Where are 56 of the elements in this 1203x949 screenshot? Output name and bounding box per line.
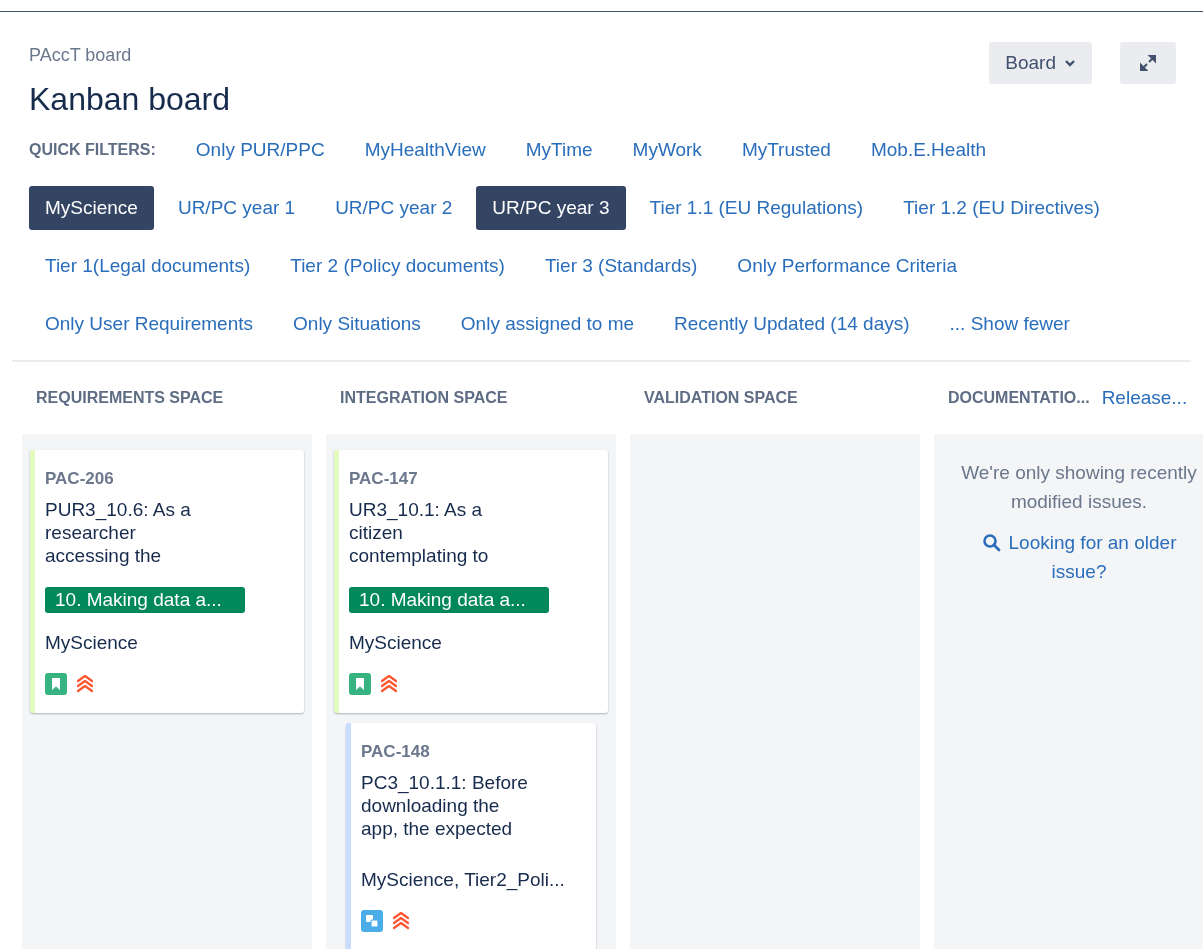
release-link[interactable]: Release... — [1101, 383, 1188, 413]
priority-chevrons-icon — [379, 673, 399, 695]
epic-label: 10. Making data a... — [349, 586, 549, 613]
breadcrumb[interactable]: PAccT board — [29, 42, 231, 69]
issue-card[interactable]: PAC-147 UR3_10.1: As a citizen contemplating to 10. Making data a... MyScience — [334, 450, 608, 713]
column-header: REQUIREMENTS SPACE — [36, 388, 224, 408]
issue-labels: MyScience, Tier2_Poli... — [361, 867, 566, 893]
quick-filter[interactable]: Tier 1.1 (EU Regulations) — [633, 186, 880, 230]
quick-filters-label: QUICK FILTERS: — [29, 140, 156, 160]
quick-filter[interactable]: Only PUR/PPC — [179, 128, 341, 172]
quick-filter[interactable]: Recently Updated (14 days) — [658, 302, 926, 346]
quick-filter[interactable]: UR/PC year 3 — [476, 186, 626, 230]
quick-filter[interactable]: Tier 1.2 (EU Directives) — [887, 186, 1116, 230]
column-header: VALIDATION SPACE — [644, 388, 798, 408]
quick-filter[interactable]: Mob.E.Health — [854, 128, 1003, 172]
issue-summary: UR3_10.1: As a citizen contemplating to — [349, 497, 490, 567]
quick-filter[interactable]: Only Performance Criteria — [721, 244, 973, 288]
column-header: DOCUMENTATIO... — [948, 388, 1090, 408]
older-issue-link[interactable]: Looking for an older issue? — [959, 528, 1199, 586]
quick-filter[interactable]: MyWork — [616, 128, 718, 172]
column-header: INTEGRATION SPACE — [340, 388, 508, 408]
bookmark-icon — [349, 673, 371, 695]
expand-icon — [1138, 53, 1158, 73]
board-title: Kanban board — [29, 80, 231, 119]
issue-key: PAC-147 — [349, 466, 598, 492]
quick-filter[interactable]: MyTrusted — [725, 128, 847, 172]
quick-filter[interactable]: Only Situations — [277, 302, 437, 346]
quick-filter[interactable]: MyScience — [29, 186, 154, 230]
quick-filter[interactable]: MyHealthView — [348, 128, 502, 172]
priority-chevrons-icon — [75, 673, 95, 695]
quick-filter[interactable]: ... Show fewer — [933, 302, 1086, 346]
quick-filter[interactable]: Tier 1(Legal documents) — [29, 244, 267, 288]
issue-key: PAC-148 — [361, 739, 586, 765]
issue-key: PAC-206 — [45, 466, 294, 492]
bookmark-icon — [45, 673, 67, 695]
priority-chevrons-icon — [391, 910, 411, 932]
quick-filter[interactable]: Tier 2 (Policy documents) — [274, 244, 521, 288]
issue-labels: MyScience — [349, 630, 443, 655]
issue-card[interactable]: PAC-206 PUR3_10.6: As a researcher accessing the 10. Making data a... MyScience — [30, 450, 304, 713]
chevron-down-icon — [1064, 59, 1076, 67]
quick-filter[interactable]: Tier 3 (Standards) — [528, 244, 714, 288]
subtask-icon — [361, 910, 383, 932]
quick-filter[interactable]: Only assigned to me — [444, 302, 651, 346]
quick-filter[interactable]: UR/PC year 2 — [319, 186, 469, 230]
quick-filter[interactable]: MyTime — [509, 128, 609, 172]
quick-filter[interactable]: Only User Requirements — [29, 302, 270, 346]
issue-labels: MyScience — [45, 630, 139, 655]
issue-card[interactable]: PAC-148 PC3_10.1.1: Before downloading the app, the expected MyScience, Tier2_Poli... — [346, 723, 596, 949]
board-dropdown[interactable]: Board — [989, 42, 1092, 84]
notice-text: We're only showing recently modified issues. — [960, 461, 1198, 514]
issue-summary: PC3_10.1.1: Before downloading the app, the expected — [361, 770, 529, 840]
search-icon — [981, 533, 1001, 552]
quick-filter[interactable]: UR/PC year 1 — [161, 186, 312, 230]
issue-summary: PUR3_10.6: As a researcher accessing the — [45, 497, 192, 567]
fullscreen-button[interactable] — [1120, 42, 1176, 84]
epic-label: 10. Making data a... — [45, 586, 245, 613]
